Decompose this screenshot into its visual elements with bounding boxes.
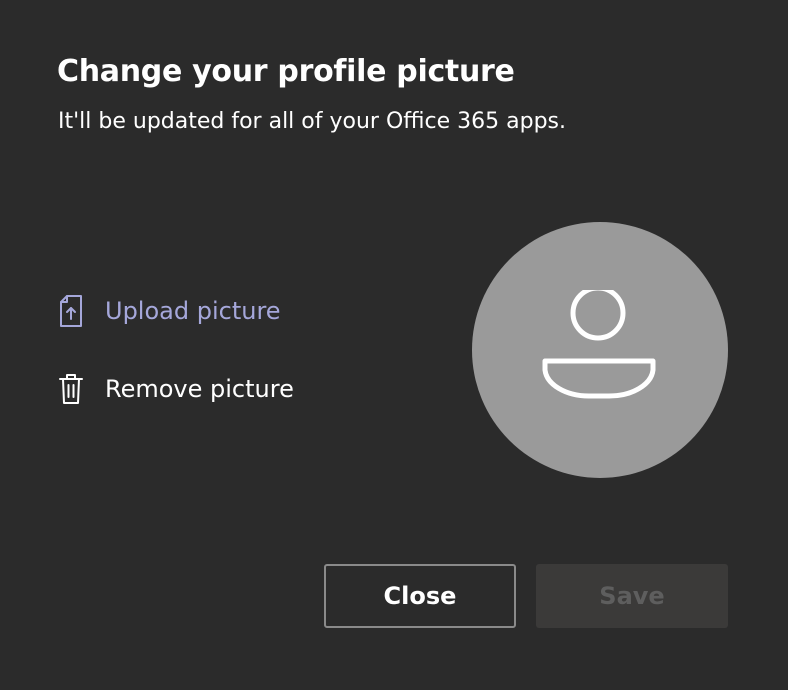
trash-icon (58, 371, 86, 407)
remove-picture-button[interactable]: Remove picture (58, 371, 294, 407)
remove-picture-label: Remove picture (105, 375, 294, 403)
upload-file-icon (58, 293, 86, 329)
person-placeholder-icon (542, 290, 656, 399)
upload-picture-button[interactable]: Upload picture (58, 293, 281, 329)
avatar (472, 222, 728, 478)
save-button[interactable]: Save (536, 564, 728, 628)
change-profile-picture-dialog: Change your profile picture It'll be upd… (0, 0, 788, 690)
dialog-subtitle: It'll be updated for all of your Office … (58, 109, 567, 134)
upload-picture-label: Upload picture (105, 297, 281, 325)
dialog-title: Change your profile picture (57, 54, 515, 89)
close-button[interactable]: Close (324, 564, 516, 628)
